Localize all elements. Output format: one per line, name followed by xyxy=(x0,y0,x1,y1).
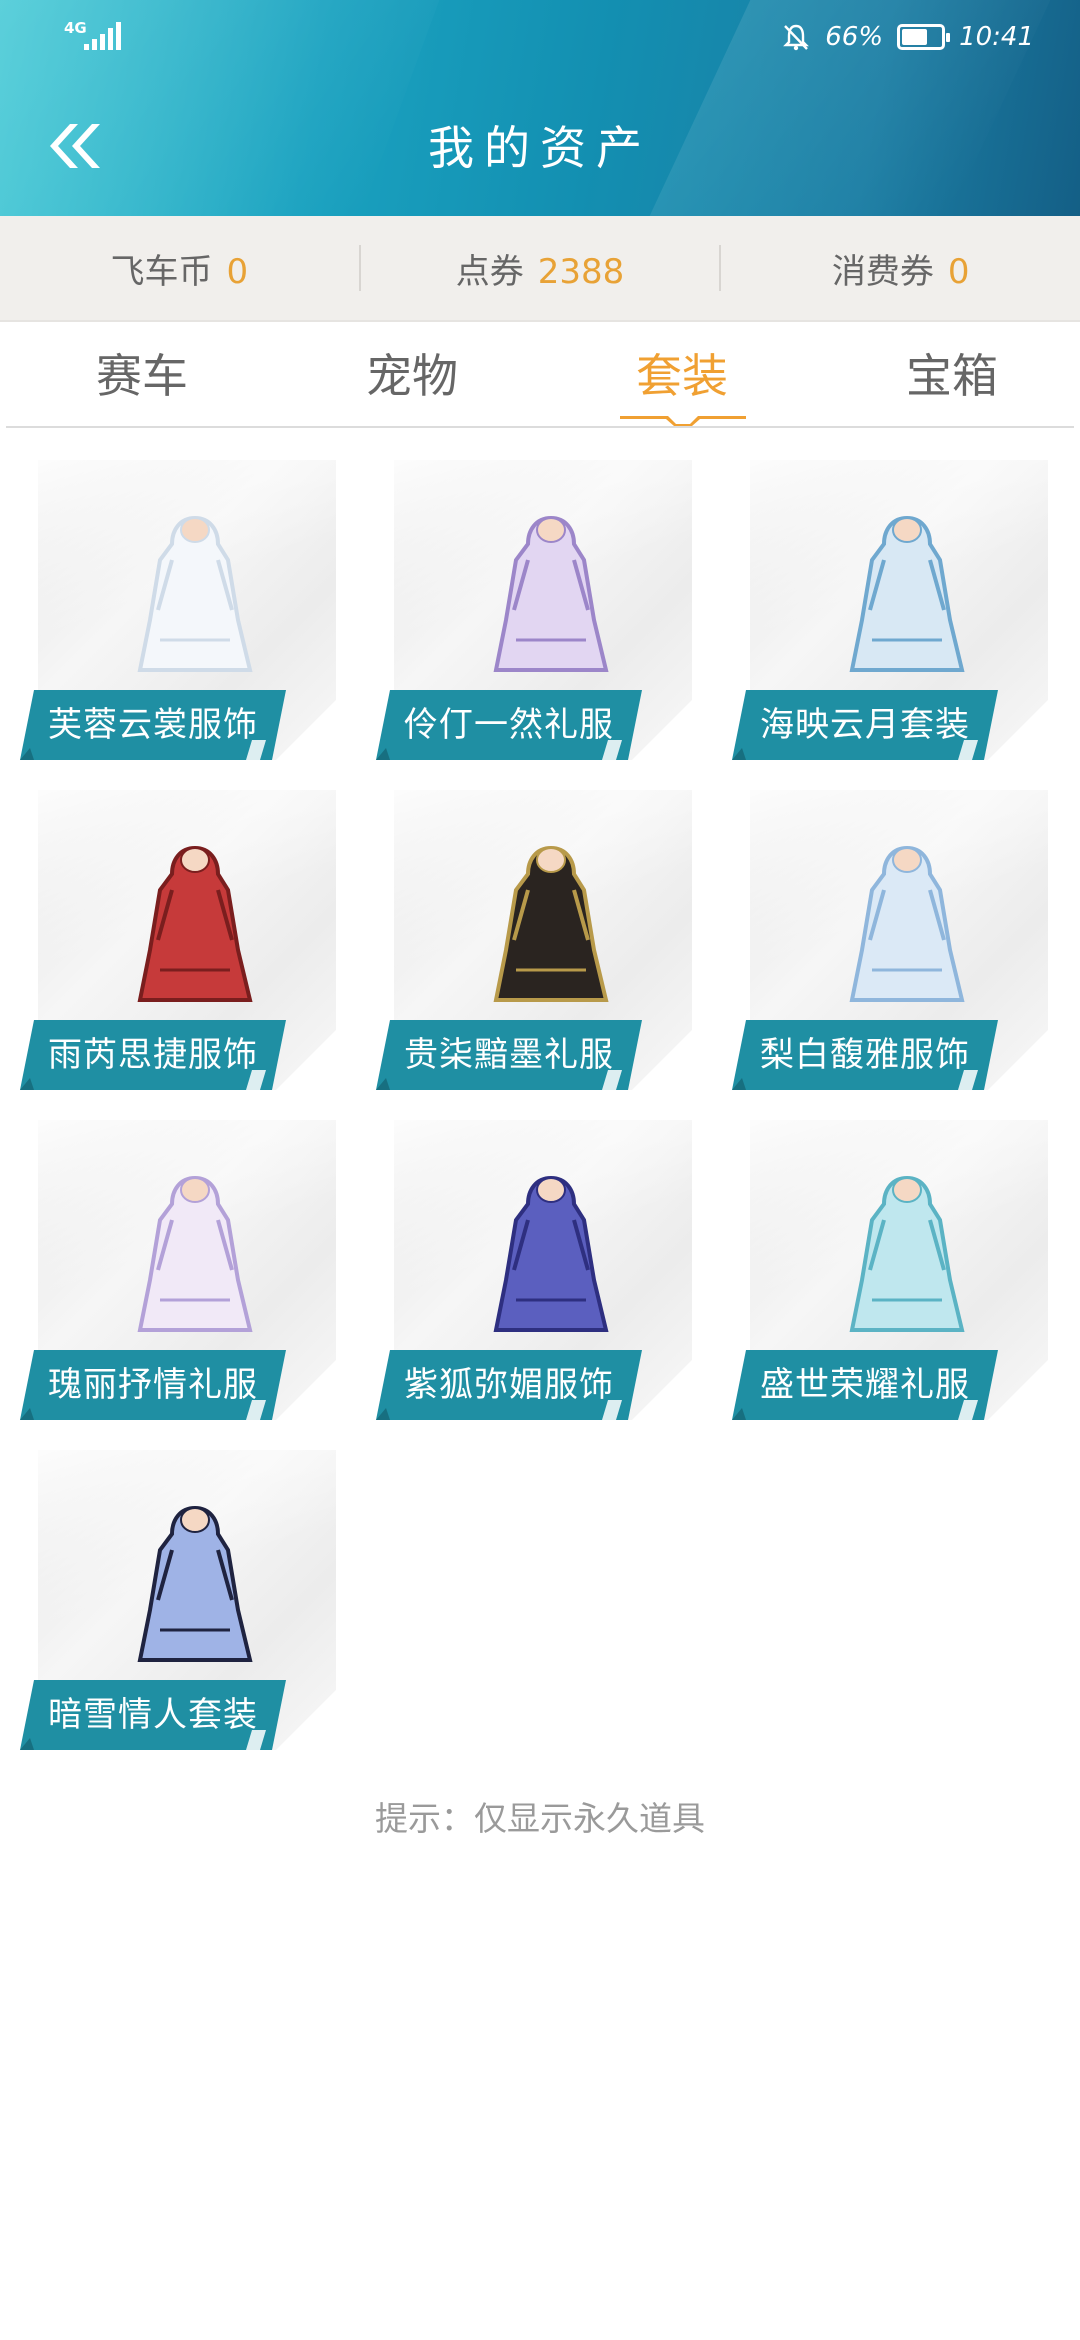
red-plaid-dress-icon xyxy=(137,845,253,1002)
white-lavender-dress-icon xyxy=(137,1175,253,1332)
outfit-card[interactable]: 海映云月套装 xyxy=(732,460,1048,772)
outfit-label: 梨白馥雅服饰 xyxy=(732,1020,998,1090)
character-blue-robe-icon xyxy=(849,515,965,672)
outfit-name: 海映云月套装 xyxy=(760,705,970,745)
outfit-name: 暗雪情人套装 xyxy=(48,1695,258,1735)
currency-value: 2388 xyxy=(537,251,625,292)
currency-vouchers: 消费券 0 xyxy=(721,244,1080,293)
signal-icon xyxy=(84,22,121,50)
outfit-label: 瑰丽抒情礼服 xyxy=(20,1350,286,1420)
currency-bar: 飞车币 0 点券 2388 消费券 0 xyxy=(0,216,1080,322)
category-tabs: 赛车 宠物 套装 宝箱 xyxy=(6,320,1074,428)
outfit-label: 贵柒黯墨礼服 xyxy=(376,1020,642,1090)
outfit-name: 雨芮思捷服饰 xyxy=(48,1035,258,1075)
tab-chests[interactable]: 宝箱 xyxy=(832,340,1072,406)
outfit-card[interactable]: 瑰丽抒情礼服 xyxy=(20,1120,336,1432)
black-gold-dress-icon xyxy=(493,845,609,1002)
active-tab-indicator xyxy=(620,416,746,426)
currency-label: 点券 xyxy=(455,251,524,292)
purple-gown-icon xyxy=(493,1175,609,1332)
outfit-name: 伶仃一然礼服 xyxy=(404,705,614,745)
outfit-label: 海映云月套装 xyxy=(732,690,998,760)
outfit-name: 梨白馥雅服饰 xyxy=(760,1035,970,1075)
outfit-name: 瑰丽抒情礼服 xyxy=(48,1365,258,1405)
tab-cars[interactable]: 赛车 xyxy=(22,340,262,406)
outfit-card[interactable]: 伶仃一然礼服 xyxy=(376,460,692,772)
currency-value: 0 xyxy=(226,251,249,292)
outfit-card[interactable]: 盛世荣耀礼服 xyxy=(732,1120,1048,1432)
outfit-card[interactable]: 紫狐弥媚服饰 xyxy=(376,1120,692,1432)
outfit-card[interactable]: 贵柒黯墨礼服 xyxy=(376,790,692,1102)
outfit-label: 暗雪情人套装 xyxy=(20,1680,286,1750)
lavender-dress-icon xyxy=(493,515,609,672)
outfit-label: 芙蓉云裳服饰 xyxy=(20,690,286,760)
outfit-label: 紫狐弥媚服饰 xyxy=(376,1350,642,1420)
light-blue-dress-icon xyxy=(849,845,965,1002)
outfit-name: 芙蓉云裳服饰 xyxy=(48,705,258,745)
mute-bell-icon xyxy=(783,24,810,51)
outfit-name: 盛世荣耀礼服 xyxy=(760,1365,970,1405)
tab-pets[interactable]: 宠物 xyxy=(292,340,532,406)
currency-value: 0 xyxy=(947,251,970,292)
battery-icon xyxy=(897,24,951,50)
outfit-card[interactable]: 芙蓉云裳服饰 xyxy=(20,460,336,772)
character-blue-hair-icon xyxy=(137,1505,253,1662)
currency-coins: 飞车币 0 xyxy=(0,244,359,293)
page-title: 我的资产 xyxy=(428,121,652,175)
battery-percent: 66% xyxy=(825,22,884,52)
outfit-card[interactable]: 雨芮思捷服饰 xyxy=(20,790,336,1102)
app-header: 4G 66% 10:41 我的资产 xyxy=(0,0,1080,216)
outfit-name: 紫狐弥媚服饰 xyxy=(404,1365,614,1405)
outfit-label: 伶仃一然礼服 xyxy=(376,690,642,760)
outfit-card[interactable]: 暗雪情人套装 xyxy=(20,1450,336,1762)
outfit-name: 贵柒黯墨礼服 xyxy=(404,1035,614,1075)
aqua-outfit-icon xyxy=(849,1175,965,1332)
outfit-label: 雨芮思捷服饰 xyxy=(20,1020,286,1090)
currency-points: 点券 2388 xyxy=(361,244,720,293)
currency-label: 飞车币 xyxy=(110,251,213,292)
white-outfit-icon xyxy=(137,515,253,672)
hint-text: 提示：仅显示永久道具 xyxy=(375,1799,705,1838)
tab-outfits[interactable]: 套装 xyxy=(562,340,802,406)
status-bar: 4G 66% 10:41 xyxy=(0,18,1080,58)
clock: 10:41 xyxy=(959,22,1034,52)
outfit-card[interactable]: 梨白馥雅服饰 xyxy=(732,790,1048,1102)
currency-label: 消费券 xyxy=(831,251,934,292)
outfit-label: 盛世荣耀礼服 xyxy=(732,1350,998,1420)
